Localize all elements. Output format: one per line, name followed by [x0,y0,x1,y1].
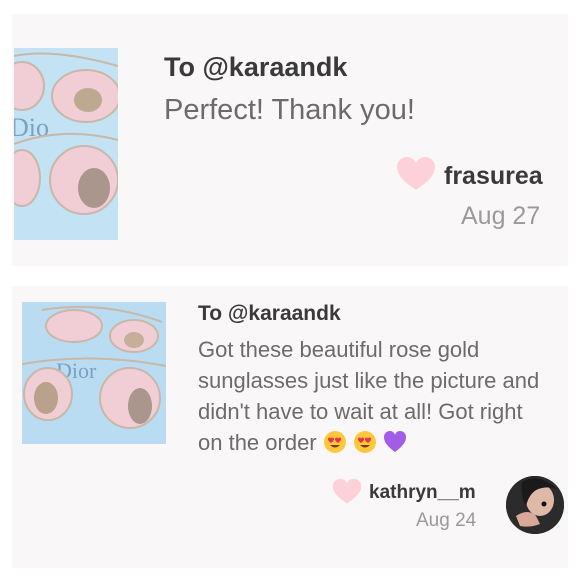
purple-heart-emoji [384,431,407,452]
product-thumbnail[interactable]: Dior [22,302,166,444]
comment-card: Dio To @karaandk Perfect! Thank you! fra… [12,14,568,266]
comment-text: Perfect! Thank you! [164,94,415,126]
comment-date: Aug 24 [416,510,477,531]
heart-icon[interactable] [396,156,436,192]
recipient-mention[interactable]: To @karaandk [164,52,347,83]
thumbnail-brand-text: Dio [14,113,49,142]
recipient-mention[interactable]: To @karaandk [198,302,341,326]
comment-card: Dior To @karaandk Got these beautiful ro… [12,286,568,568]
username-link[interactable]: kathryn__m [369,482,476,504]
heart-icon[interactable] [332,478,362,505]
comment-text: Got these beautiful rose gold sunglasses… [198,334,543,458]
product-thumbnail[interactable]: Dio [14,48,118,240]
comment-date: Aug 27 [461,202,541,230]
avatar[interactable] [506,476,564,534]
username-link[interactable]: frasurea [444,162,543,191]
heart-eyes-emoji [323,431,346,453]
heart-eyes-emoji [353,431,376,453]
